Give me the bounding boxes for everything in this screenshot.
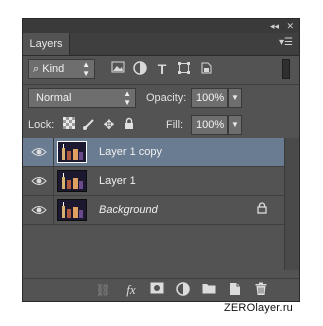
divider — [53, 138, 54, 166]
divider — [53, 196, 54, 224]
eye-icon[interactable] — [31, 174, 47, 188]
lock-image-pixels-icon[interactable] — [82, 117, 96, 133]
filter-toggle-switch[interactable] — [282, 59, 290, 79]
layer-name[interactable]: Layer 1 copy — [99, 138, 162, 166]
blend-mode-select[interactable]: Normal ▲ ▼ — [28, 88, 136, 108]
layer-thumbnail — [57, 199, 87, 221]
fill-dropdown-button[interactable]: ▼ — [228, 115, 242, 135]
opacity-label: Opacity: — [146, 92, 187, 104]
layer-thumbnail — [57, 170, 87, 192]
filter-kind-select[interactable]: ⌕ Kind ▲ ▼ — [28, 59, 95, 79]
watermark-text: ZEROlayer.ru — [223, 302, 293, 314]
lock-transparent-pixels-icon[interactable] — [62, 117, 76, 133]
blend-row: Normal ▲ ▼ Opacity: 100% ▼ — [28, 88, 294, 110]
layer-filter-row: ⌕ Kind ▲ ▼ T — [28, 59, 294, 81]
lock-label: Lock: — [28, 119, 55, 131]
panel-bottom-bar: ⛓ fx — [23, 278, 299, 301]
fill-label: Fill: — [166, 119, 184, 131]
up-down-arrows-icon: ▲ ▼ — [123, 89, 131, 107]
lock-all-icon[interactable] — [122, 117, 136, 133]
adjustment-layer-icon[interactable] — [175, 282, 191, 298]
fx-icon[interactable]: fx — [123, 282, 139, 298]
layer-thumbnail — [57, 141, 87, 163]
lock-row: Lock: ✥ Fill: 100% ▼ — [28, 115, 294, 137]
new-layer-icon[interactable] — [227, 282, 243, 298]
eye-icon[interactable] — [31, 203, 47, 217]
blend-mode-value: Normal — [36, 92, 72, 104]
lock-icon — [257, 202, 267, 217]
panel-titlebar: ◂◂ ✕ — [23, 19, 299, 33]
add-mask-icon[interactable] — [149, 282, 165, 298]
eye-icon[interactable] — [31, 145, 47, 159]
layer-row[interactable]: Layer 1 — [23, 167, 285, 196]
panel-tab-row: Layers ▾☰ — [23, 33, 299, 56]
opacity-input[interactable]: 100% — [191, 88, 228, 108]
image-filter-icon[interactable] — [110, 61, 126, 77]
layers-list: Layer 1 copy Layer 1 Background — [23, 138, 285, 270]
filter-kind-label: Kind — [42, 63, 65, 75]
link-layers-icon[interactable]: ⛓ — [95, 282, 111, 298]
lock-position-icon[interactable]: ✥ — [102, 117, 116, 133]
smart-object-filter-icon[interactable] — [198, 61, 214, 77]
delete-layer-icon[interactable] — [253, 282, 269, 298]
layer-name[interactable]: Background — [99, 196, 158, 224]
layer-name[interactable]: Layer 1 — [99, 167, 136, 195]
divider — [23, 84, 299, 85]
new-group-icon[interactable] — [201, 282, 217, 298]
shape-filter-icon[interactable] — [176, 61, 192, 77]
type-filter-icon[interactable]: T — [154, 61, 170, 77]
layer-row[interactable]: Background — [23, 196, 285, 225]
opacity-dropdown-button[interactable]: ▼ — [228, 88, 242, 108]
adjustment-filter-icon[interactable] — [132, 61, 148, 77]
search-icon: ⌕ — [33, 63, 40, 75]
divider — [53, 167, 54, 195]
layers-panel: ◂◂ ✕ Layers ▾☰ ⌕ Kind ▲ ▼ T Normal ▲ ▼ O… — [22, 18, 300, 302]
fill-input[interactable]: 100% — [191, 115, 228, 135]
close-panel-button[interactable]: ✕ — [286, 20, 294, 32]
layers-scrollbar[interactable] — [284, 138, 299, 270]
panel-menu-icon[interactable]: ▾☰ — [279, 37, 293, 48]
tab-layers[interactable]: Layers — [23, 33, 70, 55]
layer-row[interactable]: Layer 1 copy — [23, 138, 285, 167]
collapse-panel-button[interactable]: ◂◂ — [270, 20, 279, 32]
up-down-arrows-icon: ▲ ▼ — [82, 60, 90, 78]
